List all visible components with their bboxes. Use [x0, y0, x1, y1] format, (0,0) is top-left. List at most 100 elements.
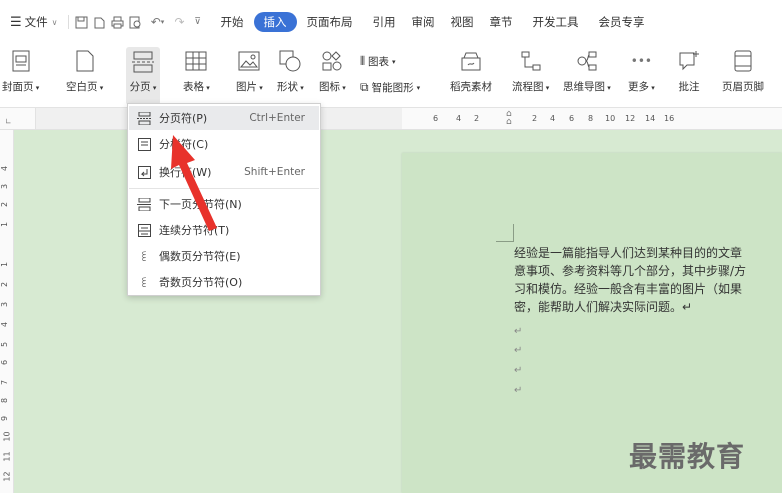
blank-page-button[interactable]: 空白页 ▾ — [66, 48, 103, 94]
chart-label: 图表 — [368, 56, 390, 68]
chevron-down-icon: ∨ — [51, 17, 58, 27]
crop-mark — [496, 224, 514, 242]
chart-icon: ⫴ — [360, 54, 366, 68]
ruler-number: 8 — [0, 397, 10, 404]
tab-start[interactable]: 开始 — [215, 10, 250, 34]
comment-button[interactable]: 批注 — [677, 48, 701, 94]
print-preview-icon[interactable] — [127, 13, 145, 31]
blank-page-icon — [73, 48, 97, 74]
ruler-number: 4 — [550, 114, 556, 123]
ruler-number: 12 — [2, 471, 12, 482]
tab-member[interactable]: 会员专享 — [593, 10, 651, 34]
chart-button[interactable]: ⫴ 图表 ▾ — [360, 54, 396, 69]
line-break-icon — [137, 165, 151, 179]
ruler-number: 4 — [456, 114, 462, 123]
page-break-button[interactable]: 分页 ▾ — [126, 47, 160, 105]
even-page-section-break-item[interactable]: ꒲ 偶数页分节符(E) — [129, 244, 319, 268]
ruler-number: 10 — [2, 431, 12, 442]
ruler-number: 2 — [474, 114, 480, 123]
tab-developer[interactable]: 开发工具 — [527, 10, 585, 34]
ruler-number: 3 — [0, 301, 10, 308]
flowchart-icon — [519, 48, 543, 74]
tab-review[interactable]: 审阅 — [406, 10, 441, 34]
ruler-number: 6 — [433, 114, 439, 123]
vertical-ruler[interactable]: 4 3 2 1 1 2 3 4 5 6 7 8 9 10 11 12 — [0, 130, 14, 493]
file-menu-label: 文件 — [24, 15, 48, 29]
header-footer-label: 页眉页脚 — [722, 81, 764, 93]
page-break-item[interactable]: 分页符(P) Ctrl+Enter — [129, 106, 319, 130]
document-body[interactable]: 经验是一篇能指导人们达到某种目的的文章 意事项、参考资料等几个部分，其中步骤/方… — [514, 244, 782, 316]
more-button[interactable]: ••• 更多 ▾ — [628, 48, 655, 94]
flowchart-button[interactable]: 流程图 ▾ — [512, 48, 549, 94]
material-button[interactable]: 稻壳素材 — [450, 48, 492, 94]
cover-page-button[interactable]: 封面页 ▾ — [2, 48, 39, 94]
next-page-section-break-icon — [137, 197, 151, 211]
menu-bar: ☰ 文件 ∨ ↶ ▾ ↷ ⊽ 开始 插入 页面布局 引用 审阅 视图 章节 开发工… — [0, 0, 782, 44]
tab-references[interactable]: 引用 — [367, 10, 402, 34]
tab-page-layout[interactable]: 页面布局 — [301, 10, 359, 34]
header-footer-icon — [731, 48, 755, 74]
tab-insert[interactable]: 插入 — [253, 12, 297, 32]
smart-shape-button[interactable]: ⧉ 智能图形 ▾ — [360, 80, 420, 95]
odd-page-section-break-icon: ꒲ — [139, 276, 149, 290]
ruler-number: 2 — [0, 281, 10, 288]
ruler-number: 3 — [0, 183, 10, 190]
watermark: 最需教育 — [629, 440, 746, 473]
export-pdf-icon[interactable] — [91, 13, 109, 31]
picture-button[interactable]: 图片 ▾ — [236, 48, 263, 94]
shape-icon — [278, 48, 302, 74]
table-button[interactable]: 表格 ▾ — [183, 48, 210, 94]
header-footer-button[interactable]: 页眉页脚 — [722, 48, 764, 94]
picture-label: 图片 — [236, 81, 257, 93]
tab-view[interactable]: 视图 — [445, 10, 480, 34]
paragraph-line: 经验是一篇能指导人们达到某种目的的文章 — [514, 246, 743, 260]
save-icon[interactable] — [73, 13, 91, 31]
customize-quick-access-icon[interactable]: ⊽ — [189, 13, 207, 31]
even-page-section-break-label: 偶数页分节符(E) — [159, 250, 241, 263]
divider — [67, 15, 69, 29]
ruler-number: 4 — [0, 165, 10, 172]
smart-shape-icon: ⧉ — [360, 80, 369, 94]
cover-page-label: 封面页 — [2, 81, 34, 93]
redo-icon[interactable]: ↷ — [171, 13, 189, 31]
mindmap-label: 思维导图 — [563, 81, 605, 93]
page-break-shortcut: Ctrl+Enter — [249, 112, 305, 124]
insert-ribbon: 封面页 ▾ 空白页 ▾ 分页 ▾ 表格 ▾ 图片 ▾ 形状 ▾ 图标 ▾ ⫴ 图 — [0, 44, 782, 108]
continuous-section-break-icon — [137, 223, 151, 237]
tab-stop-icon[interactable]: ∟ — [5, 117, 12, 126]
print-icon[interactable] — [109, 13, 127, 31]
wps-writer-window: ☰ 文件 ∨ ↶ ▾ ↷ ⊽ 开始 插入 页面布局 引用 审阅 视图 章节 开发工… — [0, 0, 782, 493]
ruler-number: 5 — [0, 341, 10, 348]
page-break-icon — [131, 49, 155, 75]
flowchart-label: 流程图 — [512, 81, 544, 93]
ruler-number: 11 — [2, 451, 12, 462]
ruler-number: 10 — [605, 114, 616, 123]
ruler-number: 14 — [645, 114, 656, 123]
paragraph-mark: ↵ — [514, 385, 523, 396]
mindmap-button[interactable]: 思维导图 ▾ — [563, 48, 611, 94]
even-page-section-break-icon: ꒲ — [139, 250, 149, 264]
icons-button[interactable]: 图标 ▾ — [319, 48, 346, 94]
material-label: 稻壳素材 — [450, 81, 492, 93]
indent-marker-icon[interactable]: ⌂ ⌂ — [506, 110, 512, 127]
ruler-number: 4 — [0, 321, 10, 328]
file-menu[interactable]: ☰ 文件 ∨ — [0, 10, 64, 34]
ruler-number: 1 — [0, 261, 10, 268]
smart-shape-label: 智能图形 — [371, 82, 414, 94]
odd-page-section-break-item[interactable]: ꒲ 奇数页分节符(O) — [129, 270, 319, 294]
table-icon — [184, 48, 208, 74]
ruler-number: 2 — [532, 114, 538, 123]
shape-label: 形状 — [277, 81, 298, 93]
column-break-icon — [137, 137, 151, 151]
page-break-label: 分页 — [129, 81, 151, 93]
ruler-number: 16 — [664, 114, 675, 123]
hamburger-icon: ☰ — [10, 14, 22, 30]
blank-page-label: 空白页 — [66, 81, 98, 93]
undo-icon[interactable]: ↶ ▾ — [145, 13, 171, 31]
ruler-number: 8 — [588, 114, 594, 123]
ruler-number: 1 — [0, 221, 10, 228]
shape-button[interactable]: 形状 ▾ — [277, 48, 304, 94]
ruler-number: 6 — [0, 359, 10, 366]
tab-sections[interactable]: 章节 — [484, 10, 519, 34]
paragraph-mark: ↵ — [514, 345, 523, 356]
